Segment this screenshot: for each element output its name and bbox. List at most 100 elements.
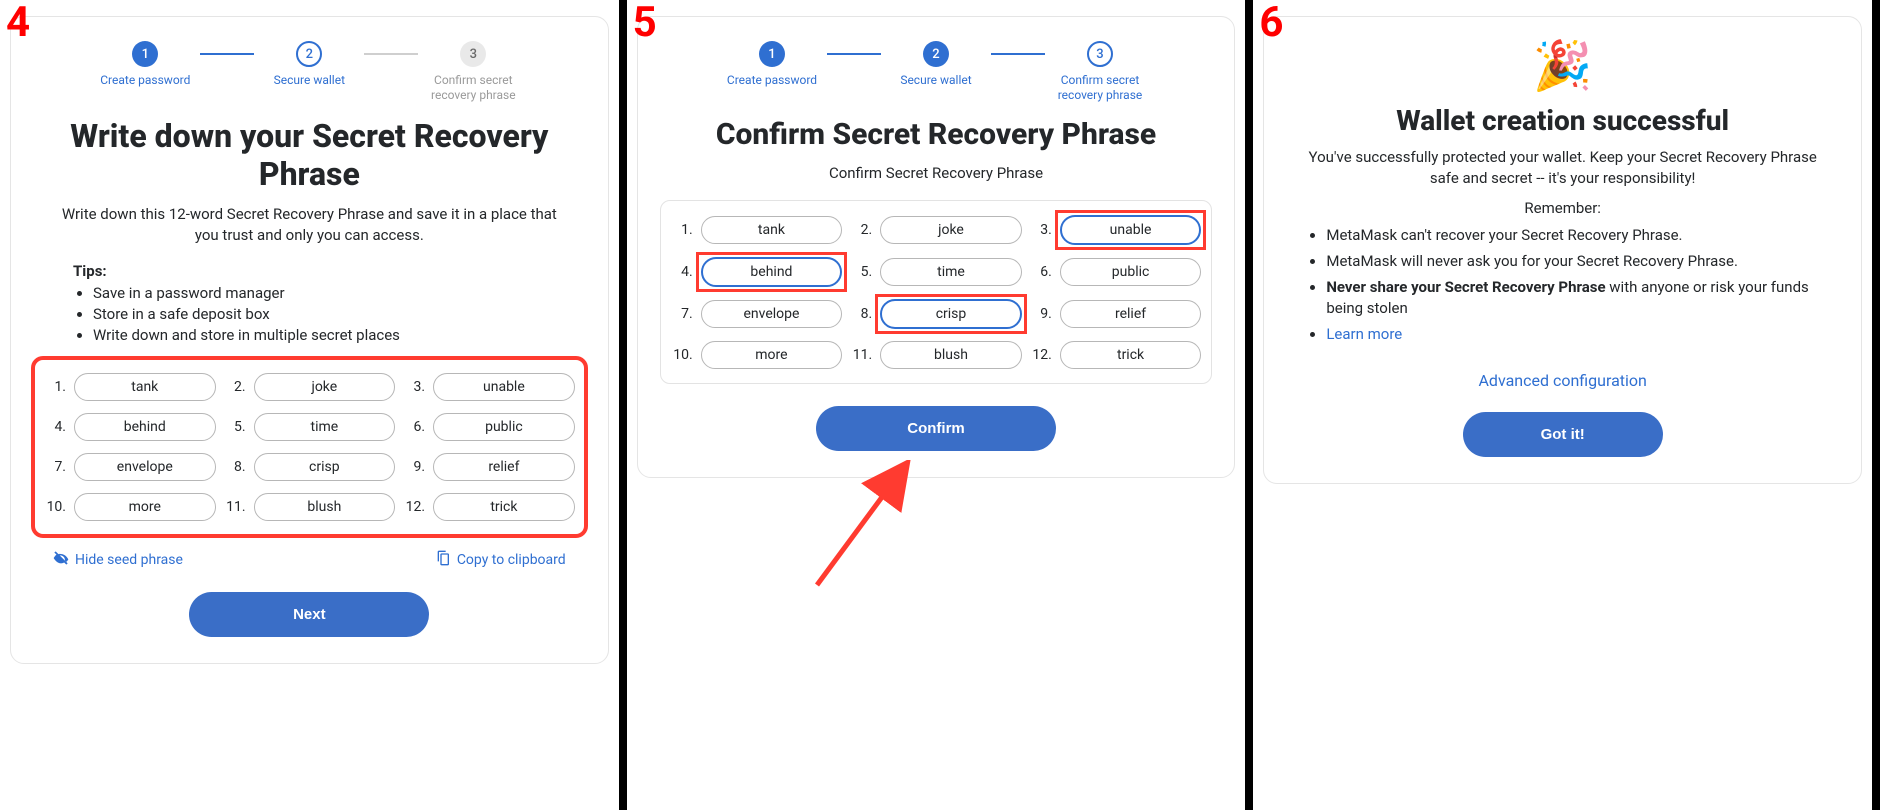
seed-word-cell: 2.joke	[224, 373, 396, 401]
seed-word-chip: more	[74, 493, 216, 521]
wizard-card: 1 Create password 2 Secure wallet 3 Conf…	[637, 16, 1236, 478]
seed-word-cell: 4. behind	[671, 257, 843, 287]
seed-word-input[interactable]: tank	[701, 216, 843, 244]
page-subtitle: Write down this 12-word Secret Recovery …	[53, 204, 566, 246]
seed-word-input[interactable]: crisp	[880, 299, 1022, 329]
learn-more-link[interactable]: Learn more	[1326, 325, 1402, 343]
seed-word-number: 10.	[671, 347, 693, 363]
bullet-item: MetaMask can't recover your Secret Recov…	[1326, 225, 1825, 246]
seed-word-input[interactable]: relief	[1060, 300, 1202, 328]
panel-4: 4 1 Create password 2 Secure wallet 3 Co…	[0, 0, 627, 810]
seed-word-input[interactable]: joke	[880, 216, 1022, 244]
tip-item: Store in a safe deposit box	[93, 305, 546, 323]
seed-phrase-block: 1.tank2.joke3.unable4.behind5.time6.publ…	[33, 358, 586, 536]
seed-word-chip: time	[254, 413, 396, 441]
step-connector	[200, 53, 254, 55]
step-3-label: Confirm secret recovery phrase	[1058, 73, 1143, 103]
seed-word-cell: 3. unable	[1030, 215, 1202, 245]
annotation-highlight: unable	[1060, 215, 1202, 245]
confirm-phrase-block: 1.tank2.joke3.unable4.behind5.time6.publ…	[660, 200, 1213, 384]
seed-word-input[interactable]: blush	[880, 341, 1022, 369]
panel-number: 5	[633, 2, 657, 44]
seed-word-chip: tank	[74, 373, 216, 401]
step-2-circle: 2	[296, 41, 322, 67]
step-3[interactable]: 3 Confirm secret recovery phrase	[418, 41, 528, 103]
stepper: 1 Create password 2 Secure wallet 3 Conf…	[660, 41, 1213, 103]
seed-word-cell: 12.trick	[403, 493, 575, 521]
seed-word-input[interactable]: unable	[1060, 215, 1202, 245]
step-1[interactable]: 1 Create password	[90, 41, 200, 88]
copy-to-clipboard-button[interactable]: Copy to clipboard	[435, 550, 566, 570]
seed-word-input[interactable]: trick	[1060, 341, 1202, 369]
step-3[interactable]: 3 Confirm secret recovery phrase	[1045, 41, 1155, 103]
annotation-highlight: behind	[701, 257, 843, 287]
advanced-configuration-link[interactable]: Advanced configuration	[1286, 371, 1839, 390]
seed-word-cell: 1. tank	[671, 215, 843, 245]
seed-word-cell: 8. crisp	[850, 299, 1022, 329]
step-connector	[364, 53, 418, 55]
seed-word-number: 6.	[403, 419, 425, 435]
seed-word-cell: 8.crisp	[224, 453, 396, 481]
seed-word-input[interactable]: public	[1060, 258, 1202, 286]
seed-word-cell: 5. time	[224, 413, 396, 441]
step-2[interactable]: 2 Secure wallet	[881, 41, 991, 88]
hide-seed-phrase-button[interactable]: Hide seed phrase	[53, 550, 183, 570]
seed-word-chip: blush	[254, 493, 396, 521]
step-2[interactable]: 2 Secure wallet	[254, 41, 364, 88]
seed-word-number: 10.	[44, 499, 66, 515]
tips-block: Tips: Save in a password manager Store i…	[73, 262, 546, 344]
page-title: Confirm Secret Recovery Phrase	[670, 117, 1203, 153]
got-it-button[interactable]: Got it!	[1463, 412, 1663, 457]
seed-word-number: 5.	[224, 419, 246, 435]
bullet-item: Learn more	[1326, 324, 1825, 345]
tip-item: Save in a password manager	[93, 284, 546, 302]
seed-word-chip: relief	[433, 453, 575, 481]
step-2-label: Secure wallet	[274, 73, 345, 88]
seed-word-chip: public	[433, 413, 575, 441]
seed-word-number: 11.	[224, 499, 246, 515]
seed-word-chip: crisp	[254, 453, 396, 481]
wizard-card: 1 Create password 2 Secure wallet 3 Conf…	[10, 16, 609, 664]
seed-word-number: 8.	[850, 306, 872, 322]
bullet-item: MetaMask will never ask you for your Sec…	[1326, 251, 1825, 272]
seed-word-number: 1.	[44, 379, 66, 395]
seed-word-number: 7.	[671, 306, 693, 322]
next-button[interactable]: Next	[189, 592, 429, 637]
seed-word-input[interactable]: envelope	[701, 300, 843, 328]
seed-word-cell: 11. blush	[850, 341, 1022, 369]
step-1-circle: 1	[759, 41, 785, 67]
confirm-button[interactable]: Confirm	[816, 406, 1056, 451]
seed-word-number: 1.	[671, 222, 693, 238]
seed-word-number: 11.	[850, 347, 872, 363]
seed-word-number: 3.	[1030, 222, 1052, 238]
bullet-item: Never share your Secret Recovery Phrase …	[1326, 277, 1825, 319]
step-1-circle: 1	[132, 41, 158, 67]
seed-word-cell: 12. trick	[1030, 341, 1202, 369]
step-3-circle: 3	[1087, 41, 1113, 67]
page-title: Wallet creation successful	[1286, 104, 1839, 137]
seed-word-cell: 2.joke	[850, 215, 1022, 245]
step-1-label: Create password	[727, 73, 817, 88]
page-title: Write down your Secret Recovery Phrase	[43, 117, 576, 194]
seed-word-number: 12.	[1030, 347, 1052, 363]
seed-word-input[interactable]: more	[701, 341, 843, 369]
step-3-circle: 3	[460, 41, 486, 67]
step-2-label: Secure wallet	[900, 73, 971, 88]
seed-word-number: 4.	[44, 419, 66, 435]
seed-word-number: 4.	[671, 264, 693, 280]
panel-6: 6 🎉 Wallet creation successful You've su…	[1253, 0, 1880, 810]
seed-word-cell: 9.relief	[403, 453, 575, 481]
seed-word-cell: 4.behind	[44, 413, 216, 441]
clipboard-icon	[435, 550, 451, 570]
page-subtitle: Confirm Secret Recovery Phrase	[680, 163, 1193, 184]
seed-word-number: 5.	[850, 264, 872, 280]
seed-word-cell: 9.relief	[1030, 299, 1202, 329]
seed-word-chip: envelope	[74, 453, 216, 481]
tip-item: Write down and store in multiple secret …	[93, 326, 546, 344]
seed-word-input[interactable]: time	[880, 258, 1022, 286]
seed-phrase-actions: Hide seed phrase Copy to clipboard	[53, 550, 566, 570]
seed-word-number: 2.	[224, 379, 246, 395]
step-1[interactable]: 1 Create password	[717, 41, 827, 88]
seed-word-input[interactable]: behind	[701, 257, 843, 287]
seed-word-chip: trick	[433, 493, 575, 521]
